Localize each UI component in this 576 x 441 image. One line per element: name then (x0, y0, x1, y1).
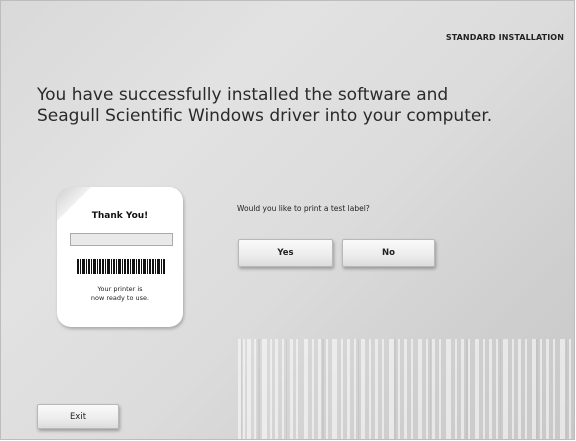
label-message-line-2: now ready to use. (90, 294, 150, 302)
test-label-question: Would you like to print a test label? (237, 204, 370, 213)
barcode-decoration (238, 339, 571, 439)
no-button[interactable]: No (342, 239, 435, 267)
label-title: Thank You! (91, 211, 149, 221)
installer-window: STANDARD INSTALLATION You have successfu… (0, 0, 575, 440)
success-headline: You have successfully installed the soft… (37, 85, 557, 127)
exit-button[interactable]: Exit (37, 404, 119, 429)
label-blank-field (70, 233, 173, 246)
installation-type-label: STANDARD INSTALLATION (445, 33, 564, 42)
thank-you-label-icon: Thank You! Your printer is now ready to … (57, 187, 183, 327)
headline-line-2: Seagull Scientific Windows driver into y… (37, 106, 493, 126)
headline-line-1: You have successfully installed the soft… (37, 85, 449, 105)
barcode-icon (77, 259, 165, 274)
label-message: Your printer is now ready to use. (57, 285, 183, 303)
yes-button[interactable]: Yes (238, 239, 333, 267)
label-message-line-1: Your printer is (97, 285, 143, 293)
